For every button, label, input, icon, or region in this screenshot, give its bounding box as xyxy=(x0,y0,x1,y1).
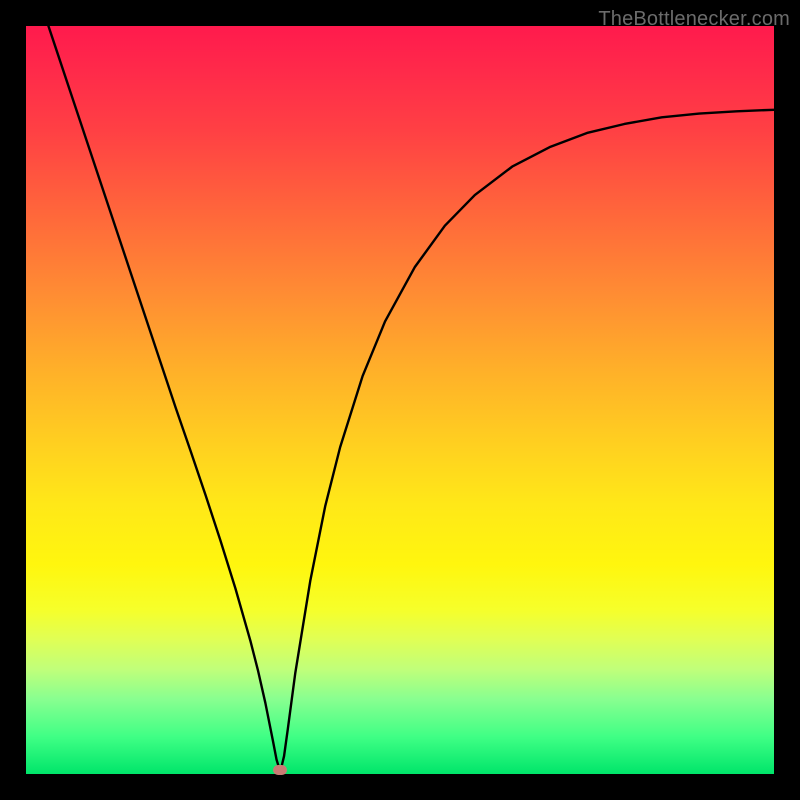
chart-frame: TheBottleneсker.com xyxy=(0,0,800,800)
bottleneck-curve xyxy=(26,26,774,774)
watermark-text: TheBottleneсker.com xyxy=(598,8,790,31)
plot-area xyxy=(26,26,774,774)
optimal-point-marker xyxy=(273,765,287,775)
